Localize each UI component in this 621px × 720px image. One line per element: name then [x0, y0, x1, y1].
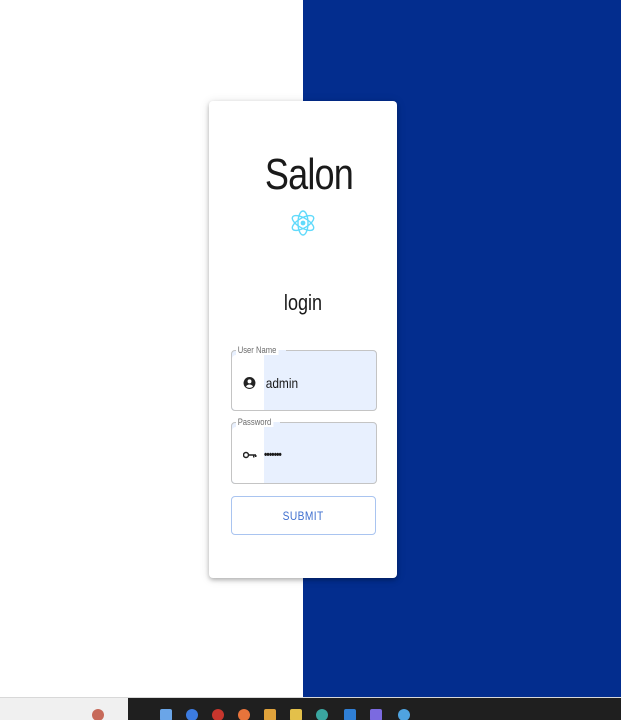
taskbar-app-icon[interactable]	[160, 709, 172, 720]
app-title: Salon	[264, 150, 354, 199]
taskbar-app-icon[interactable]	[370, 709, 382, 720]
taskbar-app-icon[interactable]	[186, 709, 198, 720]
key-icon	[243, 451, 257, 459]
taskbar-app-icon[interactable]	[290, 709, 302, 720]
username-adornment	[232, 355, 264, 410]
password-field[interactable]: Password •••••••	[231, 418, 377, 484]
username-label: User Name	[236, 345, 279, 355]
taskbar-app-icon[interactable]	[316, 709, 328, 720]
password-input[interactable]: •••••••	[264, 449, 366, 461]
taskbar-app-icon[interactable]	[238, 709, 250, 720]
taskbar-app-icon[interactable]	[264, 709, 276, 720]
password-label: Password	[236, 417, 273, 427]
account-circle-icon	[243, 376, 256, 389]
taskbar-app-icon[interactable]	[398, 709, 410, 720]
react-icon	[291, 210, 315, 236]
password-adornment	[232, 427, 264, 483]
username-field[interactable]: User Name	[231, 346, 377, 411]
taskbar	[0, 697, 621, 720]
taskbar-app-icon[interactable]	[212, 709, 224, 720]
username-input[interactable]	[264, 373, 370, 392]
submit-button[interactable]: SUBMIT	[231, 496, 376, 535]
taskbar-app-icon[interactable]	[344, 709, 356, 720]
taskbar-app-icon[interactable]	[92, 709, 104, 720]
login-heading: login	[283, 290, 323, 315]
submit-label: SUBMIT	[282, 508, 325, 523]
